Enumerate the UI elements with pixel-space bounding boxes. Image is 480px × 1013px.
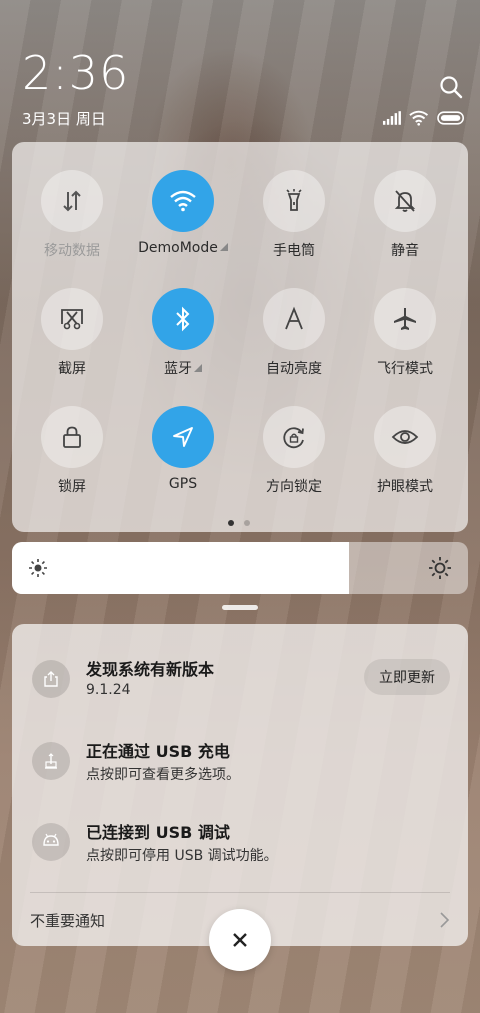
divider — [30, 892, 450, 893]
caret-icon — [219, 243, 228, 251]
rotation-lock-icon — [283, 427, 304, 449]
tile-bluetooth[interactable]: 蓝牙 — [127, 288, 237, 398]
notification-subtitle: 点按即可查看更多选项。 — [86, 767, 240, 783]
page-dot-active — [228, 520, 234, 526]
lock-icon — [63, 426, 81, 448]
eye-icon — [391, 430, 419, 444]
drag-handle[interactable] — [222, 605, 258, 610]
page-indicator — [228, 520, 250, 526]
airplane-icon — [394, 308, 416, 330]
tile-label: 手电筒 — [273, 243, 315, 259]
notification-subtitle: 点按即可停用 USB 调试功能。 — [86, 848, 278, 864]
battery-icon — [437, 111, 464, 125]
bluetooth-icon — [176, 306, 190, 332]
tile-label: GPS — [168, 476, 198, 492]
tile-wifi[interactable]: DemoMode — [127, 170, 237, 280]
tile-label: 移动数据 — [44, 243, 100, 259]
tile-label: 飞行模式 — [377, 361, 433, 377]
gps-icon — [173, 427, 193, 447]
tile-lock-screen[interactable]: 锁屏 — [16, 406, 126, 516]
tile-rotation-lock[interactable]: 方向锁定 — [238, 406, 348, 516]
clear-all-button[interactable] — [209, 909, 271, 971]
screenshot-icon — [61, 309, 83, 330]
brightness-high-icon — [429, 557, 451, 579]
tile-eye-protection[interactable]: 护眼模式 — [349, 406, 459, 516]
mute-bell-icon — [394, 190, 416, 212]
notification-panel: 发现系统有新版本 9.1.24 立即更新 正在通过 USB 充电 点按即可查看更… — [12, 624, 468, 946]
brightness-low-icon — [29, 559, 47, 577]
search-button[interactable] — [438, 74, 464, 100]
notification-title: 已连接到 USB 调试 — [86, 823, 230, 842]
usb-charging-icon — [45, 753, 57, 769]
close-icon — [233, 933, 247, 947]
date: 3月3日 周日 — [22, 110, 106, 128]
brightness-fill — [12, 542, 350, 594]
tile-screenshot[interactable]: 截屏 — [16, 288, 126, 398]
tile-label: DemoMode — [127, 240, 239, 256]
tile-mobile-data[interactable]: 移动数据 — [16, 170, 126, 280]
mobile-data-icon — [63, 190, 81, 212]
auto-brightness-icon — [285, 306, 303, 330]
quick-settings-panel: 移动数据 DemoMode 手电筒 静音 截屏 蓝牙 自动亮度 飞行模式 锁屏 … — [12, 142, 468, 532]
tile-flashlight[interactable]: 手电筒 — [238, 170, 348, 280]
tile-label: 静音 — [391, 243, 419, 259]
chevron-right-icon — [440, 912, 450, 928]
clock: 2:36 — [22, 46, 130, 100]
signal-icon — [382, 111, 401, 125]
tile-airplane[interactable]: 飞行模式 — [349, 288, 459, 398]
wifi-icon — [170, 190, 196, 212]
search-icon — [440, 76, 463, 99]
caret-icon — [194, 364, 202, 372]
tile-mute[interactable]: 静音 — [349, 170, 459, 280]
unimportant-notifications-link[interactable]: 不重要通知 — [30, 910, 105, 931]
tile-label: 方向锁定 — [266, 479, 322, 495]
tile-label: 蓝牙 — [127, 358, 239, 378]
tile-label: 锁屏 — [58, 479, 86, 495]
page-dot — [244, 520, 250, 526]
upload-icon — [44, 671, 58, 687]
wifi-status-icon — [409, 110, 429, 126]
update-now-button[interactable]: 立即更新 — [364, 659, 450, 695]
tile-label: 护眼模式 — [377, 479, 433, 495]
notification-usb-charging[interactable]: 正在通过 USB 充电 点按即可查看更多选项。 — [12, 734, 468, 804]
android-debug-icon — [43, 833, 59, 846]
notification-title: 发现系统有新版本 — [86, 660, 215, 679]
status-icons — [382, 108, 466, 128]
notification-usb-debugging[interactable]: 已连接到 USB 调试 点按即可停用 USB 调试功能。 — [12, 815, 468, 885]
notification-title: 正在通过 USB 充电 — [86, 742, 230, 761]
tile-label: 自动亮度 — [266, 361, 322, 377]
tile-auto-brightness[interactable]: 自动亮度 — [238, 288, 348, 398]
notification-subtitle: 9.1.24 — [86, 682, 131, 698]
flashlight-icon — [286, 189, 302, 211]
brightness-slider[interactable] — [12, 542, 468, 594]
tile-gps[interactable]: GPS — [127, 406, 237, 516]
tile-label: 截屏 — [58, 361, 86, 377]
